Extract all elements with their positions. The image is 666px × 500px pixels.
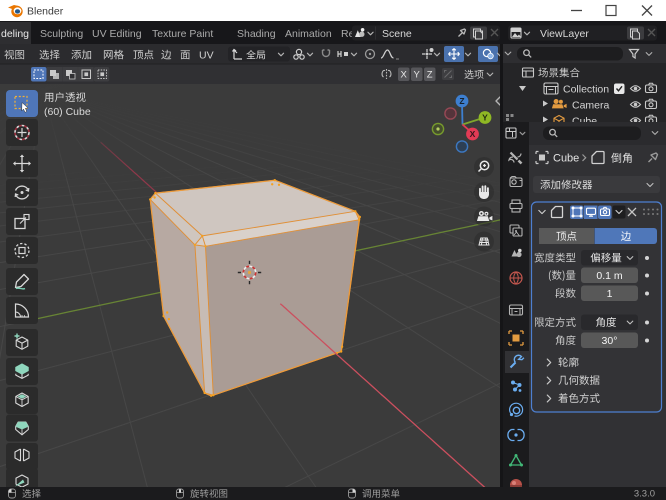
- svg-text:Animation: Animation: [285, 28, 332, 40]
- svg-text:Collection: Collection: [563, 84, 609, 96]
- svg-text:3.3.0: 3.3.0: [634, 489, 655, 500]
- svg-text:1: 1: [607, 288, 613, 300]
- svg-text:Cube: Cube: [553, 153, 579, 165]
- svg-text:Y: Y: [482, 113, 488, 123]
- svg-text:Scene: Scene: [382, 28, 412, 40]
- svg-text:ViewLayer: ViewLayer: [540, 28, 589, 40]
- svg-text:UV Editing: UV Editing: [92, 28, 142, 40]
- svg-text:UV: UV: [199, 50, 214, 62]
- svg-text:Z: Z: [459, 96, 464, 106]
- svg-text:Z: Z: [427, 70, 433, 81]
- svg-text:X: X: [470, 129, 476, 139]
- svg-text:30°: 30°: [602, 335, 618, 347]
- svg-text:Camera: Camera: [572, 100, 610, 112]
- svg-text:Sculpting: Sculpting: [40, 28, 83, 40]
- svg-text:0.1 m: 0.1 m: [596, 270, 623, 282]
- svg-text:Blender: Blender: [27, 6, 64, 18]
- svg-text:X: X: [401, 70, 408, 81]
- svg-text:(60) Cube: (60) Cube: [44, 106, 91, 118]
- svg-text:deling: deling: [1, 28, 29, 40]
- svg-text:Y: Y: [414, 70, 421, 81]
- svg-text:Texture Paint: Texture Paint: [152, 28, 213, 40]
- svg-text:Shading: Shading: [237, 28, 276, 40]
